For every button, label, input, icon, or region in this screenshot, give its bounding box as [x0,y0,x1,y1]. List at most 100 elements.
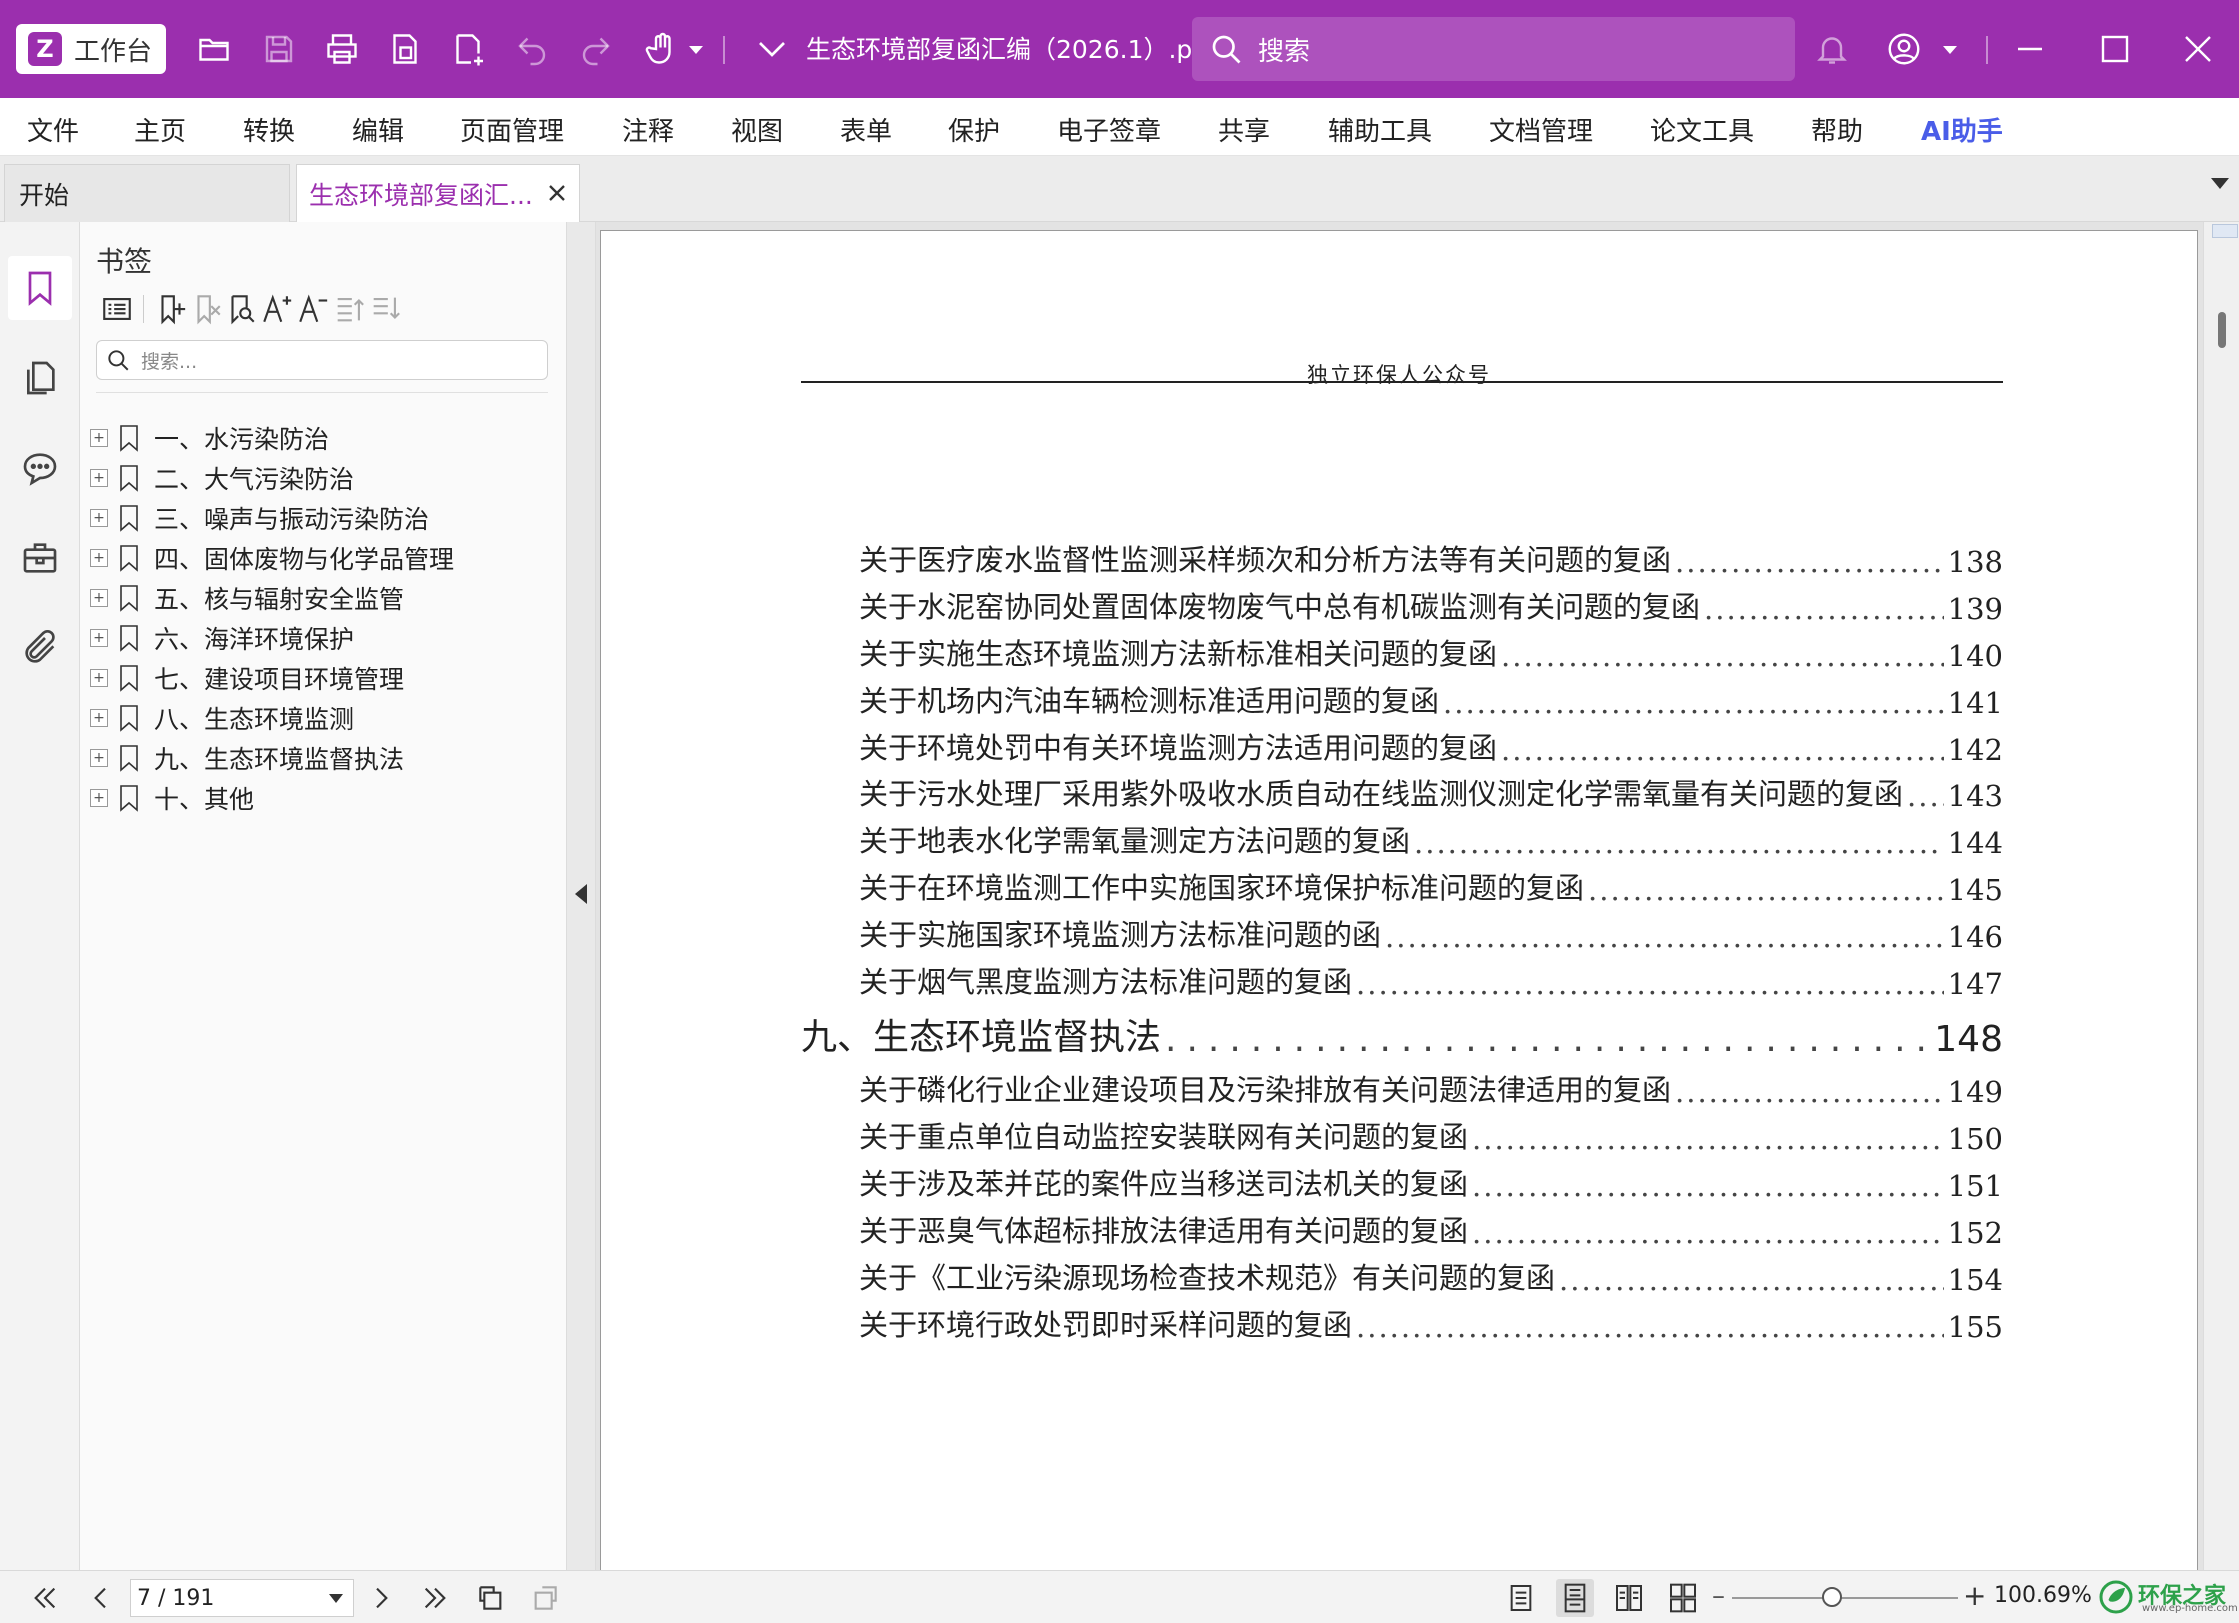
first-page-icon[interactable] [26,1579,64,1617]
expand-icon[interactable]: + [90,469,108,487]
menu-file[interactable]: 文件 [27,111,79,148]
toc-entry[interactable]: 关于《工业污染源现场检查技术规范》有关问题的复函................… [859,1255,2003,1297]
toc-entry[interactable]: 关于地表水化学需氧量测定方法问题的复函.....................… [859,818,2003,860]
panel-splitter[interactable] [566,222,596,1570]
tab-document[interactable]: 生态环境部复函汇... [296,164,580,222]
tab-start[interactable]: 开始 [4,164,290,222]
expand-icon[interactable]: + [90,629,108,647]
menu-protect[interactable]: 保护 [948,111,1000,148]
toc-entry[interactable]: 关于重点单位自动监控安装联网有关问题的复函...................… [859,1114,2003,1156]
menu-share[interactable]: 共享 [1218,111,1270,148]
bookmark-item[interactable]: + 一、水污染防治 [90,418,454,458]
toc-entry[interactable]: 关于水泥窑协同处置固体废物废气中总有机碳监测有关问题的复函...........… [859,584,2003,626]
bookmark-item[interactable]: + 五、核与辐射安全监管 [90,578,454,618]
menu-page-management[interactable]: 页面管理 [460,111,564,148]
toc-entry[interactable]: 关于环境行政处罚即时采样问题的复函.......................… [859,1302,2003,1344]
toc-entry[interactable]: 关于实施国家环境监测方法标准问题的函......................… [859,912,2003,954]
bookmark-search-input[interactable]: 搜索... [96,340,548,380]
tab-list-dropdown-icon[interactable] [2211,178,2229,189]
document-viewport[interactable]: 独立环保人公众号 关于医疗废水监督性监测采样频次和分析方法等有关问题的复函...… [596,222,2203,1570]
vertical-scrollbar[interactable] [2203,222,2239,1570]
toc-entry[interactable]: 关于磷化行业企业建设项目及污染排放有关问题法律适用的复函............… [859,1067,2003,1109]
bookmark-item[interactable]: + 二、大气污染防治 [90,458,454,498]
scrollbar-thumb[interactable] [2218,312,2226,348]
maximize-icon[interactable] [2093,27,2137,71]
expand-icon[interactable]: + [90,509,108,527]
toc-entry[interactable]: 关于涉及苯并芘的案件应当移送司法机关的复函...................… [859,1161,2003,1203]
bookmark-item[interactable]: + 三、噪声与振动污染防治 [90,498,454,538]
menu-form[interactable]: 表单 [840,111,892,148]
menu-accessibility-tools[interactable]: 辅助工具 [1328,111,1432,148]
bookmark-item[interactable]: + 八、生态环境监测 [90,698,454,738]
zoom-level[interactable]: 100.69% [1994,1583,2092,1608]
workbench-button[interactable]: Z 工作台 [16,24,166,74]
single-page-view-icon[interactable] [1502,1579,1540,1617]
collapse-bookmarks-icon[interactable] [364,288,406,330]
bookmark-item[interactable]: + 十、其他 [90,778,454,818]
menu-ai-assistant[interactable]: AI助手 [1921,111,2003,148]
zoom-slider[interactable] [1732,1597,1958,1599]
open-folder-icon[interactable] [192,27,236,71]
attachments-panel-button[interactable] [8,616,72,680]
notification-bell-icon[interactable] [1810,27,1854,71]
previous-page-icon[interactable] [82,1579,120,1617]
toc-entry[interactable]: 关于医疗废水监督性监测采样频次和分析方法等有关问题的复函............… [859,537,2003,579]
close-window-icon[interactable] [2176,27,2220,71]
menu-home[interactable]: 主页 [134,111,186,148]
toc-entry[interactable]: 关于机场内汽油车辆检测标准适用问题的复函....................… [859,678,2003,720]
undo-icon[interactable] [510,27,554,71]
zoom-slider-handle[interactable] [1821,1587,1842,1607]
page-properties-icon[interactable] [383,27,427,71]
expand-icon[interactable]: + [90,749,108,767]
toolbox-panel-button[interactable] [8,526,72,590]
menu-paper-tools[interactable]: 论文工具 [1650,111,1754,148]
two-page-continuous-icon[interactable] [1664,1579,1702,1617]
toc-entry[interactable]: 关于在环境监测工作中实施国家环境保护标准问题的复函...............… [859,865,2003,907]
toc-entry[interactable]: 关于环境处罚中有关环境监测方法适用问题的复函..................… [859,725,2003,767]
next-page-icon[interactable] [362,1579,400,1617]
bookmark-options-icon[interactable] [96,288,138,330]
bookmark-item[interactable]: + 七、建设项目环境管理 [90,658,454,698]
hand-tool-icon[interactable] [640,27,684,71]
save-icon[interactable] [257,27,301,71]
menu-view[interactable]: 视图 [731,111,783,148]
comments-panel-button[interactable] [8,436,72,500]
toc-entry[interactable]: 关于恶臭气体超标排放法律适用有关问题的复函...................… [859,1208,2003,1250]
page-dropdown-icon[interactable] [329,1594,343,1603]
user-account-icon[interactable] [1882,27,1926,71]
menu-document-management[interactable]: 文档管理 [1489,111,1593,148]
new-document-icon[interactable] [446,27,490,71]
zoom-out-button[interactable]: – [1712,1581,1725,1611]
last-page-icon[interactable] [416,1579,454,1617]
toc-entry[interactable]: 关于烟气黑度监测方法标准问题的复函.......................… [859,959,2003,1001]
customize-toolbar-icon[interactable] [750,27,794,71]
menu-edit[interactable]: 编辑 [352,111,404,148]
expand-icon[interactable]: + [90,709,108,727]
previous-view-icon[interactable] [472,1579,510,1617]
two-page-view-icon[interactable] [1610,1579,1648,1617]
toc-entry[interactable]: 关于实施生态环境监测方法新标准相关问题的复函..................… [859,631,2003,673]
expand-icon[interactable]: + [90,669,108,687]
bookmarks-panel-button[interactable] [8,256,72,320]
minimize-icon[interactable] [2008,27,2052,71]
continuous-view-icon[interactable] [1556,1579,1594,1617]
menu-help[interactable]: 帮助 [1811,111,1863,148]
toc-entry[interactable]: 关于污水处理厂采用紫外吸收水质自动在线监测仪测定化学需氧量有关问题的复函....… [859,771,2003,813]
expand-icon[interactable]: + [90,429,108,447]
bookmark-item[interactable]: + 六、海洋环境保护 [90,618,454,658]
collapse-panel-icon[interactable] [575,884,587,904]
menu-convert[interactable]: 转换 [243,111,295,148]
print-icon[interactable] [320,27,364,71]
scroll-top-button[interactable] [2212,224,2238,238]
page-number-input[interactable]: 7 / 191 [130,1579,354,1617]
zoom-in-button[interactable]: + [1963,1579,1986,1612]
close-tab-icon[interactable] [543,179,571,207]
toc-section-heading[interactable]: 九、生态环境监督执法..............................… [801,1008,2003,1060]
redo-icon[interactable] [574,27,618,71]
expand-icon[interactable]: + [90,549,108,567]
thumbnails-panel-button[interactable] [8,346,72,410]
next-view-icon[interactable] [526,1579,564,1617]
account-dropdown-icon[interactable] [1938,27,1962,71]
bookmark-item[interactable]: + 九、生态环境监督执法 [90,738,454,778]
global-search-input[interactable]: 搜索 [1192,17,1795,81]
